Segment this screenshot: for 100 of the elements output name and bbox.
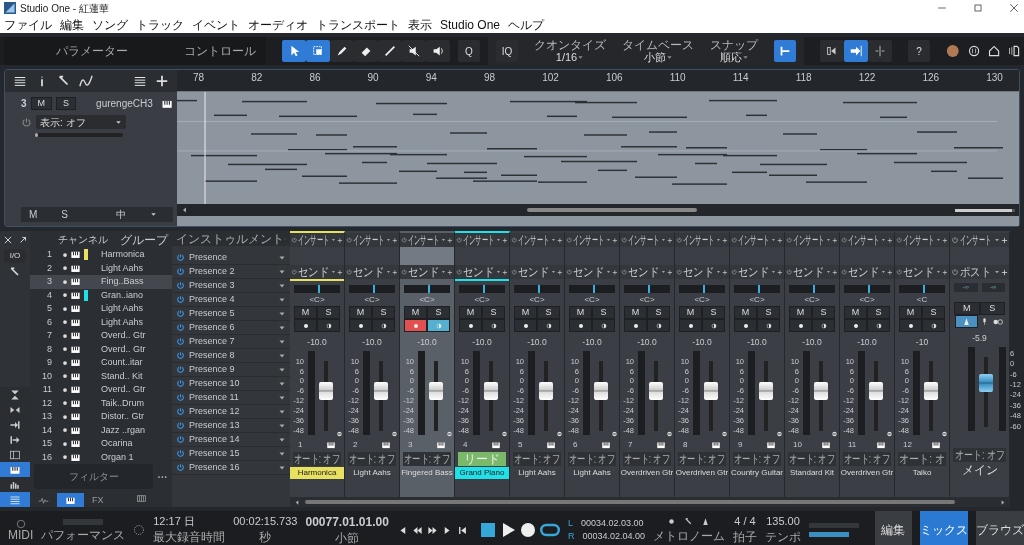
monitor-button[interactable] xyxy=(647,319,670,332)
record-button[interactable] xyxy=(459,319,482,332)
solo-button[interactable]: S xyxy=(537,306,560,319)
menu-item[interactable]: オーディオ xyxy=(248,15,308,34)
mute-button[interactable]: M xyxy=(844,306,867,319)
record-button[interactable] xyxy=(789,319,812,332)
display-dropdown[interactable]: 表示: オフ xyxy=(36,115,126,129)
instrument-row[interactable]: Presence 6 xyxy=(172,321,290,335)
fader-thumb[interactable] xyxy=(979,373,993,392)
instrument-row[interactable]: Presence 14 xyxy=(172,433,290,447)
record-button[interactable] xyxy=(294,319,317,332)
record-button[interactable] xyxy=(514,319,537,332)
filter-field[interactable]: フィルター xyxy=(34,464,154,489)
mute-button[interactable]: M xyxy=(30,97,53,110)
mute-button[interactable]: M xyxy=(954,302,980,315)
solo-button[interactable]: S xyxy=(482,306,505,319)
pan-control[interactable] xyxy=(459,285,505,293)
automation-button[interactable]: オート: オフ xyxy=(568,451,616,466)
automation-button[interactable]: オート: オフ xyxy=(348,451,396,466)
instrument-row[interactable]: Presence 2 xyxy=(172,265,290,279)
instrument-row[interactable]: Presence 12 xyxy=(172,405,290,419)
channel-row[interactable]: 7 Overd.. Gtr xyxy=(30,329,172,343)
channel-row[interactable]: 16 Organ 1 xyxy=(30,450,172,464)
channel-row[interactable]: 15 Ocarina xyxy=(30,437,172,451)
automation-button[interactable]: オート: オフ xyxy=(623,451,671,466)
fader-thumb[interactable] xyxy=(924,381,938,400)
mute-button[interactable]: M xyxy=(679,306,702,319)
monitor-button[interactable] xyxy=(757,319,780,332)
instrument-row[interactable]: Presence 10 xyxy=(172,377,290,391)
instrument-row[interactable]: Presence 13 xyxy=(172,419,290,433)
monitor-button[interactable] xyxy=(537,319,560,332)
channel-row[interactable]: 14 Jazz ..rgan xyxy=(30,423,172,437)
pan-control[interactable] xyxy=(569,285,615,293)
instrument-row[interactable]: Presence 9 xyxy=(172,363,290,377)
view-tab[interactable]: ブラウズ xyxy=(976,511,1024,545)
side-button[interactable] xyxy=(0,462,30,477)
pan-control[interactable] xyxy=(679,285,725,293)
channel-row[interactable]: 3 Fing..Bass xyxy=(30,275,172,289)
solo-button[interactable]: S xyxy=(702,306,725,319)
tool-button[interactable] xyxy=(330,40,354,62)
menu-item[interactable]: ヘルプ xyxy=(508,15,545,34)
record-button[interactable] xyxy=(734,319,757,332)
solo-button[interactable]: S xyxy=(317,306,340,319)
fader-thumb[interactable] xyxy=(649,381,663,400)
automation-button[interactable]: オート: オフ xyxy=(403,451,451,466)
channel-row[interactable]: 13 Distor.. Gtr xyxy=(30,410,172,424)
instrument-row[interactable]: Presence 16 xyxy=(172,461,290,475)
solo-button[interactable]: S xyxy=(647,306,670,319)
instrument-row[interactable]: Presence 11 xyxy=(172,391,290,405)
solo-button[interactable]: S xyxy=(592,306,615,319)
view-tab[interactable]: ミックス xyxy=(920,511,968,545)
monitor-button[interactable] xyxy=(317,319,340,332)
instrument-row[interactable]: Presence 7 xyxy=(172,335,290,349)
record-button[interactable] xyxy=(679,319,702,332)
automation-button[interactable]: オート: オフ xyxy=(843,451,891,466)
channel-row[interactable]: 4 Gran..iano xyxy=(30,288,172,302)
stop-button[interactable] xyxy=(479,521,496,538)
io-button[interactable]: I/O xyxy=(4,249,26,263)
solo-button[interactable]: S xyxy=(757,306,780,319)
tool-button[interactable] xyxy=(426,40,450,62)
pan-control[interactable] xyxy=(734,285,780,293)
mode-button[interactable] xyxy=(868,40,892,62)
mute-button[interactable]: M xyxy=(734,306,757,319)
channel-row[interactable]: 9 Count..itar xyxy=(30,356,172,370)
record-button[interactable] xyxy=(569,319,592,332)
setting-dropdown[interactable]: 順応 xyxy=(715,50,753,64)
zoom-slider-fill[interactable] xyxy=(955,208,1012,212)
menu-item[interactable]: ファイル xyxy=(4,15,52,34)
solo-button[interactable]: S xyxy=(867,306,890,319)
panel-tab[interactable] xyxy=(57,493,84,507)
mute-button[interactable]: M xyxy=(624,306,647,319)
record-button[interactable] xyxy=(404,319,427,332)
monitor-button[interactable] xyxy=(427,319,450,332)
fader-thumb[interactable] xyxy=(704,381,718,400)
instrument-row[interactable]: Presence 15 xyxy=(172,447,290,461)
setting-dropdown[interactable]: 1/16 xyxy=(551,50,589,64)
menu-item[interactable]: トラック xyxy=(136,15,184,34)
mode-button[interactable] xyxy=(844,40,868,62)
solo-button[interactable]: S xyxy=(979,302,1005,315)
solo-button[interactable]: S xyxy=(372,306,395,319)
pan-control[interactable] xyxy=(404,285,450,293)
instrument-row[interactable]: Presence xyxy=(172,251,290,265)
horizontal-scrollbar[interactable] xyxy=(527,208,697,212)
automation-button[interactable]: オート: オフ xyxy=(788,451,836,466)
solo-button[interactable]: S xyxy=(56,97,77,110)
record-button[interactable] xyxy=(624,319,647,332)
channel-row[interactable]: 1 Harmonica xyxy=(30,248,172,262)
horizontal-scrollbar[interactable] xyxy=(305,500,955,504)
mute-button[interactable]: M xyxy=(349,306,372,319)
monitor-button[interactable] xyxy=(867,319,890,332)
instrument-row[interactable]: Presence 3 xyxy=(172,279,290,293)
fader-thumb[interactable] xyxy=(319,381,333,400)
solo-button[interactable]: S xyxy=(427,306,450,319)
view-tab[interactable]: 編集 xyxy=(874,511,912,545)
channel-row[interactable]: 10 Stand.. Kit xyxy=(30,369,172,383)
menu-item[interactable]: 表示 xyxy=(408,15,432,34)
fader-thumb[interactable] xyxy=(484,381,498,400)
mute-button[interactable]: M xyxy=(459,306,482,319)
channel-row[interactable]: 11 Overd.. Gtr xyxy=(30,383,172,397)
fader-thumb[interactable] xyxy=(814,381,828,400)
